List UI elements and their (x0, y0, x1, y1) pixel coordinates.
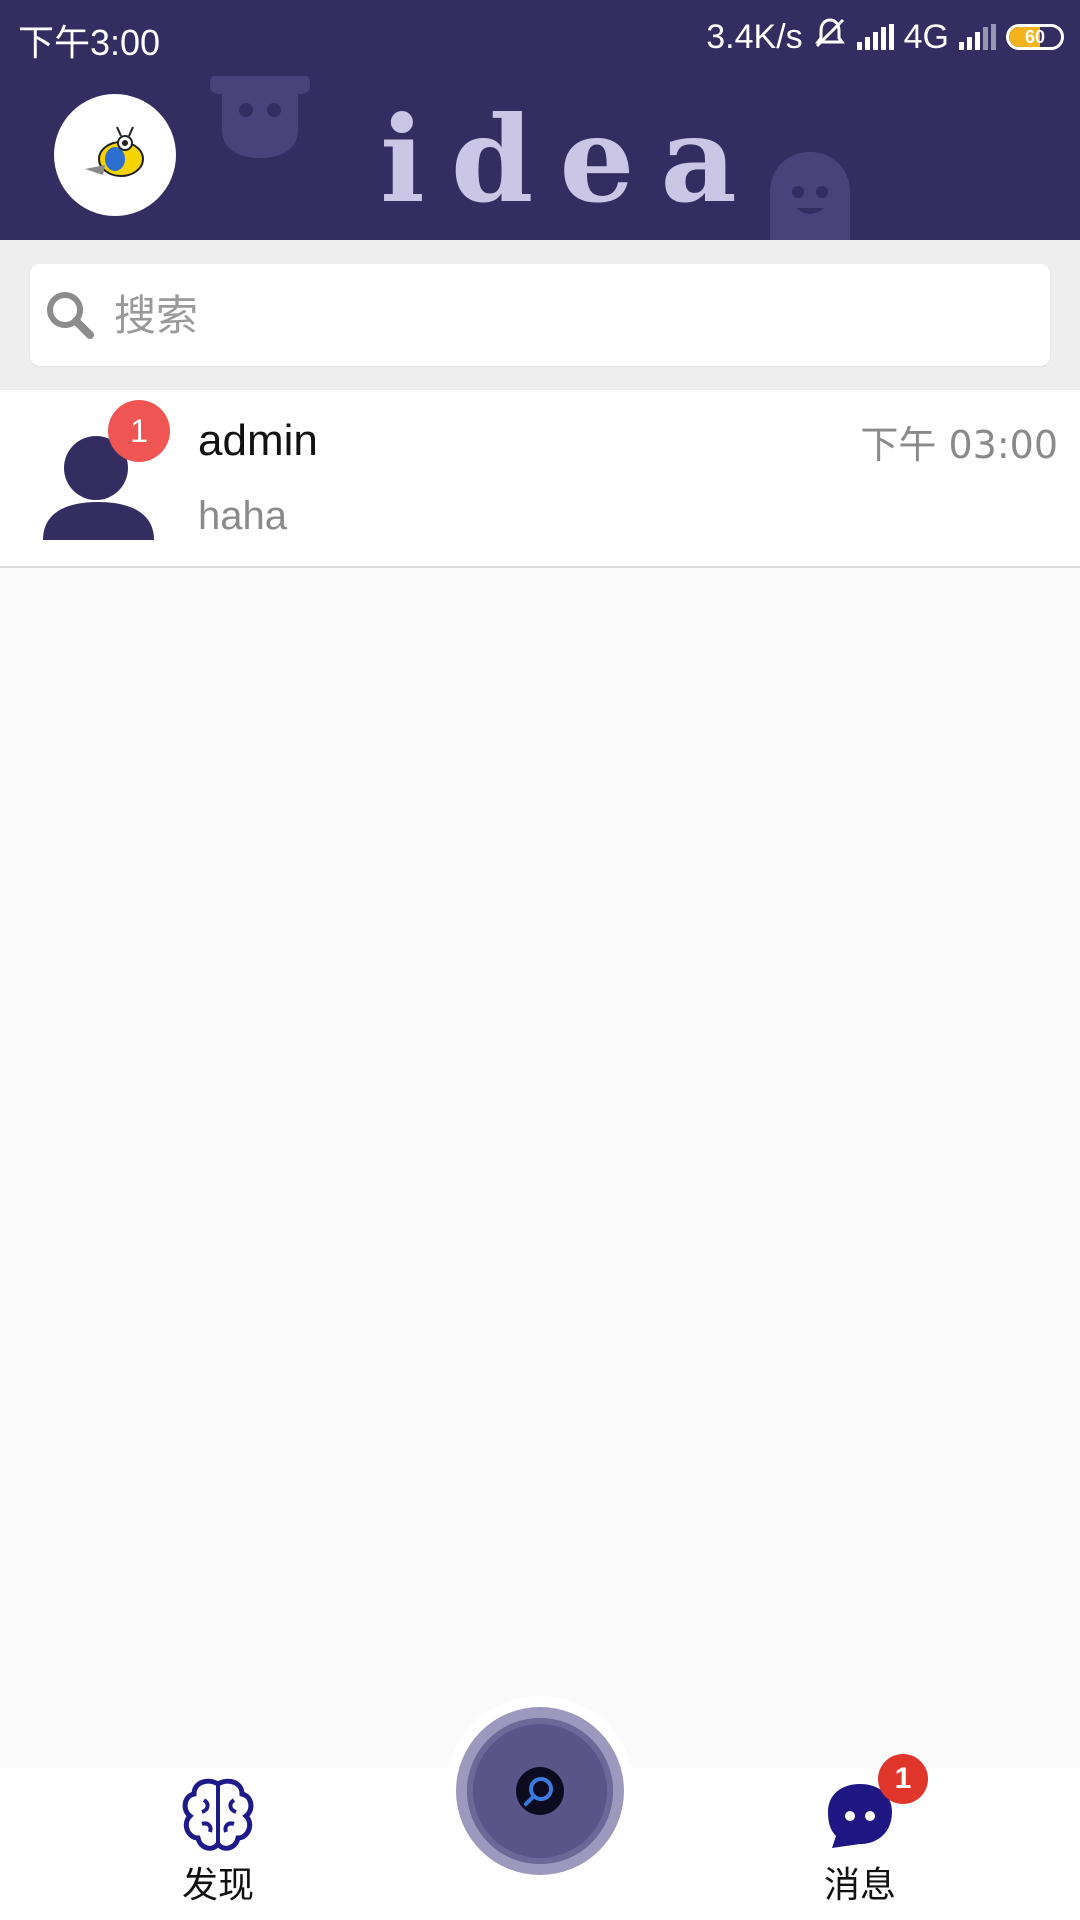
chat-list-item[interactable]: 1 admin 下午 03:00 haha (0, 390, 1080, 568)
signal-icon (856, 24, 894, 50)
battery-level: 60 (1024, 26, 1046, 47)
app-title: idea (380, 90, 763, 229)
nav-discover-label: 发现 (181, 1865, 254, 1906)
messages-badge: 1 (878, 1754, 928, 1804)
mute-icon (813, 16, 847, 59)
status-bar: 下午3:00 3.4K/s 4G 60 (0, 0, 1080, 76)
nav-messages[interactable]: 1 消息 (780, 1754, 940, 1920)
user-avatar[interactable] (54, 94, 176, 216)
search-icon (47, 292, 94, 339)
unread-badge: 1 (108, 400, 170, 462)
brain-icon (182, 1778, 254, 1851)
magnifier-icon (516, 1767, 564, 1815)
chat-preview: haha (198, 494, 287, 538)
search-bar[interactable] (30, 264, 1050, 366)
center-button-core (467, 1718, 613, 1864)
app-header: idea (0, 76, 1080, 240)
network-type: 4G (903, 17, 949, 56)
net-speed: 3.4K/s (706, 17, 803, 56)
nav-messages-label: 消息 (823, 1865, 896, 1906)
status-indicators: 3.4K/s 4G 60 (706, 12, 1064, 62)
status-time: 下午3:00 (18, 22, 161, 63)
search-section (0, 240, 1080, 390)
signal-icon-2 (959, 24, 996, 50)
chat-name: admin (198, 416, 318, 465)
chat-time: 下午 03:00 (860, 423, 1058, 467)
center-button-ring (456, 1707, 624, 1875)
search-input[interactable] (112, 289, 1016, 341)
battery-icon: 60 (1006, 24, 1064, 50)
center-action-button[interactable] (445, 1696, 635, 1886)
ghost-decoration-icon (210, 76, 310, 158)
nav-discover[interactable]: 发现 (138, 1768, 298, 1920)
nav-messages-icon-wrap: 1 (820, 1754, 928, 1854)
bee-avatar-icon (85, 126, 144, 177)
ghost-decoration-icon-2 (770, 152, 850, 240)
chat-list: 1 admin 下午 03:00 haha (0, 390, 1080, 568)
